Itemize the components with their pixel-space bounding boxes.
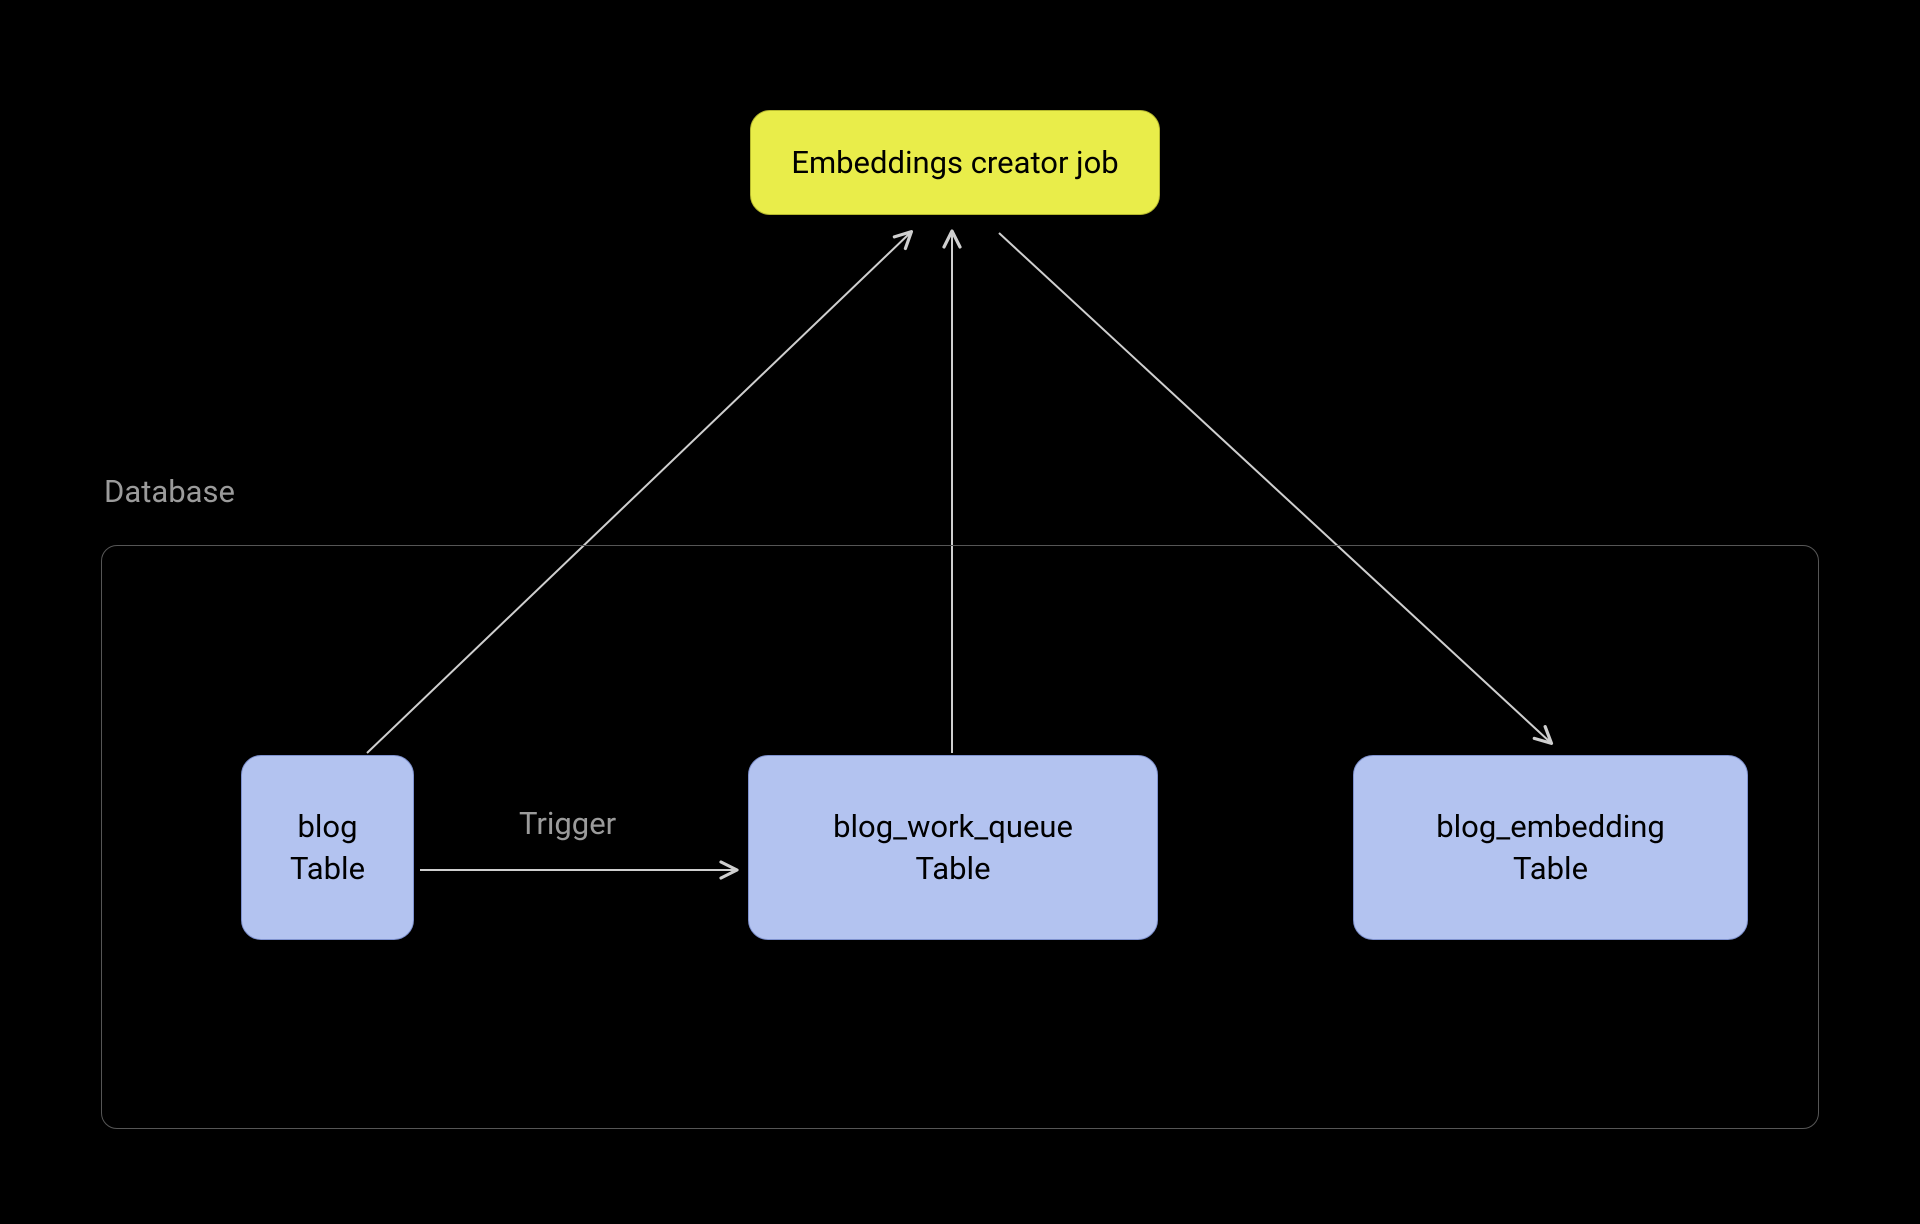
node-job: Embeddings creator job — [750, 110, 1160, 215]
node-blog-table: blog Table — [241, 755, 414, 940]
node-embedding-table: blog_embedding Table — [1353, 755, 1748, 940]
node-blog-kind: Table — [290, 850, 365, 887]
edge-trigger-label: Trigger — [519, 805, 616, 842]
diagram-canvas: Embeddings creator job Database blog Tab… — [0, 0, 1920, 1224]
node-workqueue-table: blog_work_queue Table — [748, 755, 1158, 940]
node-job-label: Embeddings creator job — [791, 144, 1118, 181]
node-blog-name: blog — [297, 808, 357, 845]
node-embedding-kind: Table — [1513, 850, 1588, 887]
node-embedding-name: blog_embedding — [1436, 808, 1665, 845]
node-workqueue-kind: Table — [915, 850, 990, 887]
node-workqueue-name: blog_work_queue — [833, 808, 1073, 845]
database-label: Database — [104, 473, 235, 510]
